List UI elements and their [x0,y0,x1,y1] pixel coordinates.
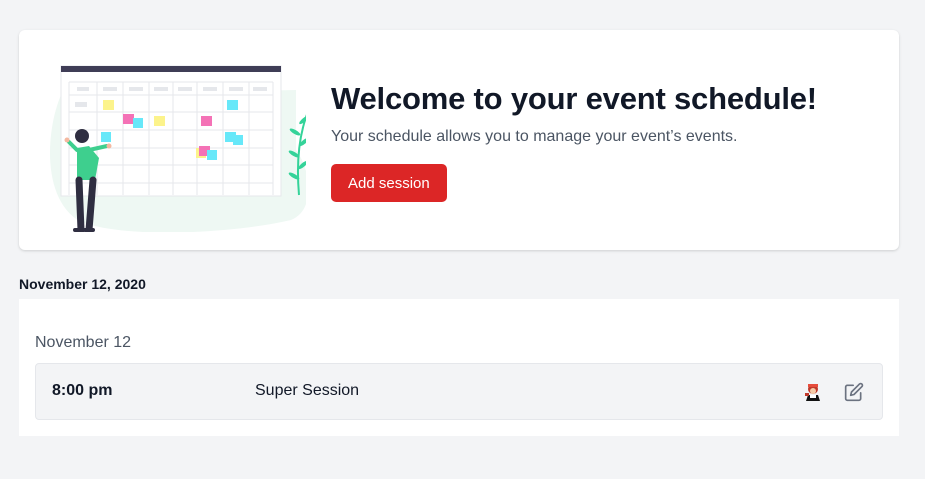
day-card: November 12 8:00 pm Super Session [19,299,899,436]
speaker-avatar-icon [805,384,820,401]
welcome-text-block: Welcome to your event schedule! Your sch… [331,80,871,202]
welcome-card: Welcome to your event schedule! Your sch… [19,30,899,250]
add-session-button[interactable]: Add session [331,164,447,202]
day-label: November 12 [35,334,132,351]
page-subtitle: Your schedule allows you to manage your … [331,128,738,145]
session-time: 8:00 pm [52,382,113,399]
session-name: Super Session [255,382,360,399]
date-heading: November 12, 2020 [19,276,146,292]
session-row[interactable]: 8:00 pm Super Session [35,363,883,420]
calendar-illustration [50,65,306,232]
page-title: Welcome to your event schedule! [331,81,817,116]
edit-icon[interactable] [844,382,864,402]
